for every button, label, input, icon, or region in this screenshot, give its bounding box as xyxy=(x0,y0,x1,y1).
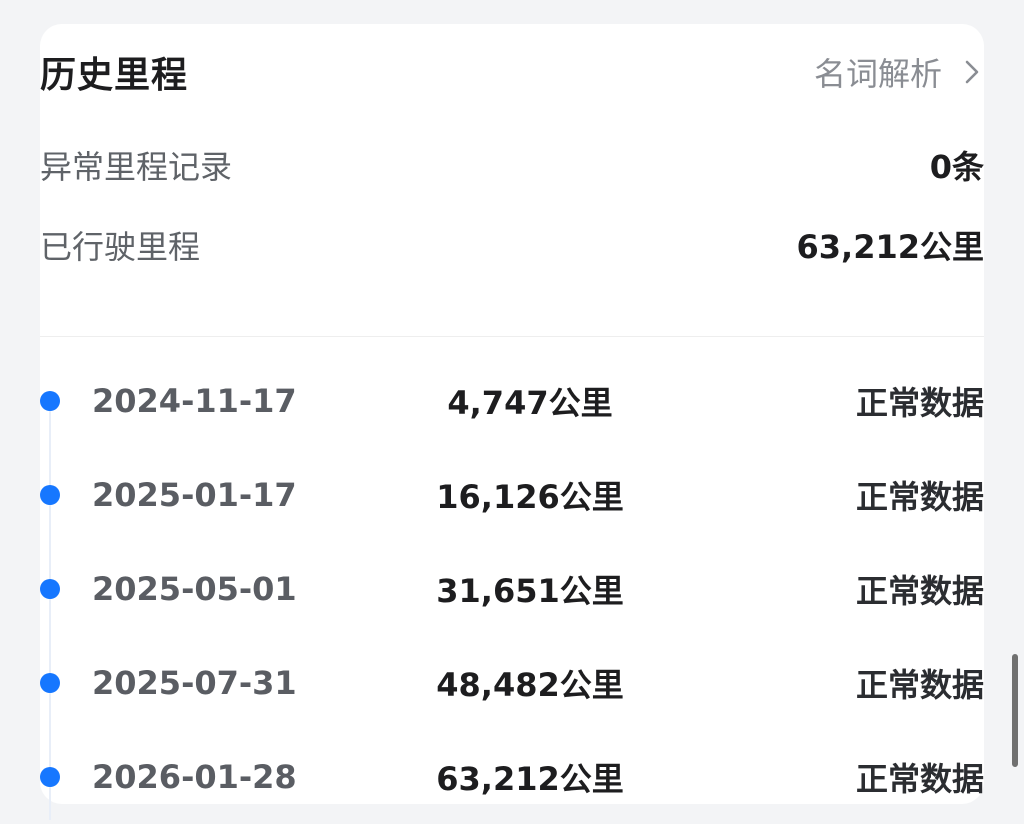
abnormal-mileage-row: 异常里程记录 0条 xyxy=(40,140,984,190)
glossary-link[interactable]: 名词解析 xyxy=(814,49,984,95)
timeline-date: 2025-01-17 xyxy=(92,476,297,514)
driven-mileage-value: 63,212公里 xyxy=(796,228,985,266)
scrollbar-thumb[interactable] xyxy=(1012,654,1018,767)
timeline-dot xyxy=(40,767,60,787)
timeline-row: 2025-01-17 16,126公里 正常数据 xyxy=(40,448,984,542)
timeline-status: 正常数据 xyxy=(855,572,984,610)
divider xyxy=(40,336,984,337)
timeline-mileage: 31,651公里 xyxy=(436,572,624,610)
timeline-dot xyxy=(40,391,60,411)
driven-mileage-label: 已行驶里程 xyxy=(40,228,201,266)
timeline-date: 2025-07-31 xyxy=(92,664,297,702)
timeline-row: 2025-07-31 48,482公里 正常数据 xyxy=(40,636,984,730)
glossary-label: 名词解析 xyxy=(813,55,942,93)
timeline-mileage: 4,747公里 xyxy=(447,384,613,422)
timeline-status: 正常数据 xyxy=(855,666,984,704)
timeline-date: 2025-05-01 xyxy=(92,570,297,608)
timeline-dot xyxy=(40,673,60,693)
driven-mileage-row: 已行驶里程 63,212公里 xyxy=(40,220,984,270)
timeline-dot xyxy=(40,579,60,599)
card-title: 历史里程 xyxy=(40,55,189,96)
timeline-dot xyxy=(40,485,60,505)
timeline-mileage: 16,126公里 xyxy=(436,478,624,516)
timeline-date: 2026-01-28 xyxy=(92,758,297,796)
timeline-row: 2024-11-17 4,747公里 正常数据 xyxy=(40,354,984,448)
timeline-date: 2024-11-17 xyxy=(92,382,297,420)
timeline-mileage: 63,212公里 xyxy=(436,760,624,798)
timeline-status: 正常数据 xyxy=(855,384,984,422)
timeline-mileage: 48,482公里 xyxy=(436,666,624,704)
timeline-row: 2026-01-28 63,212公里 正常数据 xyxy=(40,730,984,824)
timeline-row: 2025-05-01 31,651公里 正常数据 xyxy=(40,542,984,636)
timeline-status: 正常数据 xyxy=(855,760,984,798)
chevron-right-icon xyxy=(960,60,984,84)
abnormal-mileage-label: 异常里程记录 xyxy=(40,148,233,186)
abnormal-mileage-value: 0条 xyxy=(929,148,984,186)
card-header: 历史里程 名词解析 xyxy=(40,44,984,100)
timeline-status: 正常数据 xyxy=(855,478,984,516)
